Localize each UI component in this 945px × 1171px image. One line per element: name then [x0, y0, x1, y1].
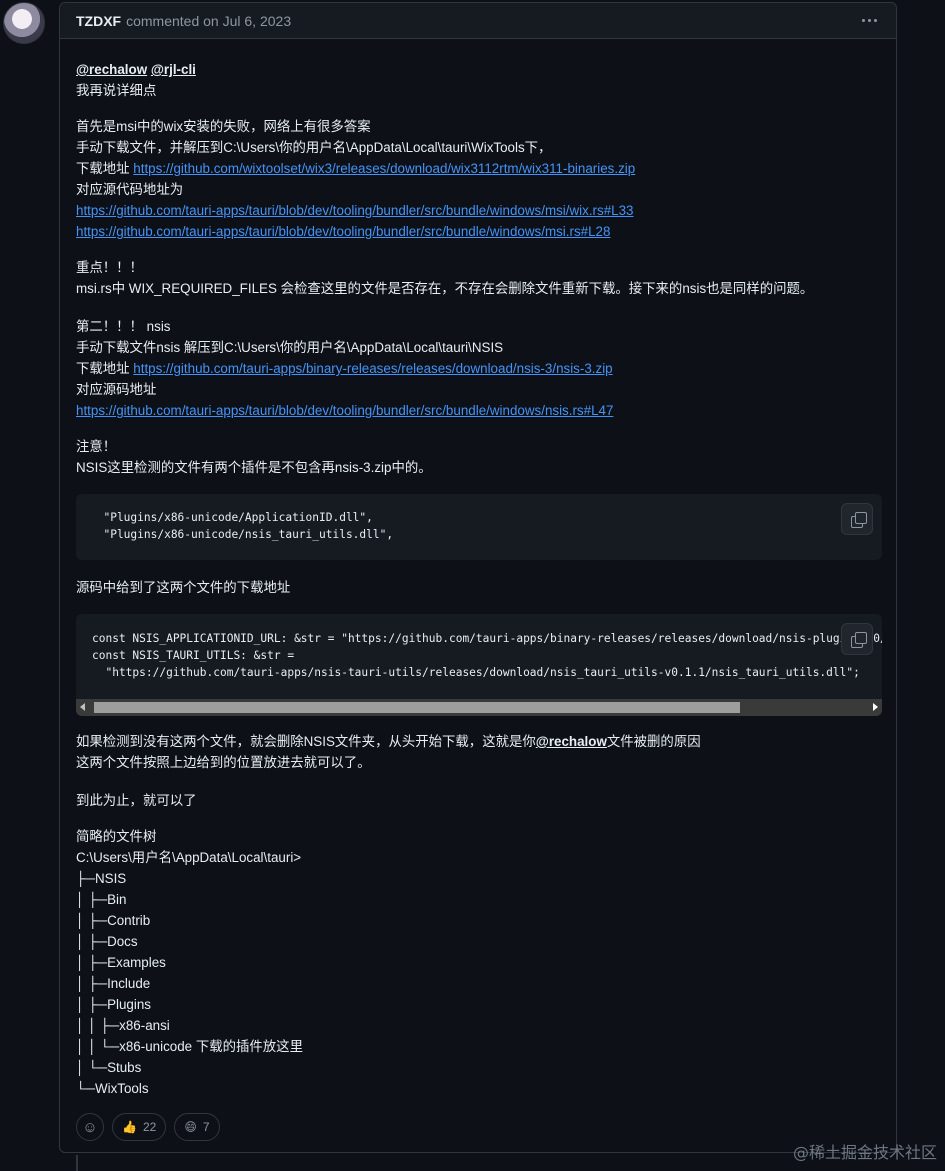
paragraph-line: 这两个文件按照上边给到的位置放进去就可以了。 [76, 755, 371, 770]
smiley-icon[interactable]: ☺ [76, 1113, 104, 1141]
code-line: "Plugins/x86-unicode/ApplicationID.dll", [90, 511, 373, 524]
comment-header: TZDXF commented on Jul 6, 2023 [60, 3, 896, 39]
paragraph-line: 对应源码地址 [76, 382, 157, 397]
reaction-count: 22 [142, 1120, 157, 1134]
code-block-urls: const NSIS_APPLICATIONID_URL: &str = "ht… [76, 614, 882, 716]
download-label: 下载地址 [76, 161, 134, 176]
timeline-line [76, 1155, 78, 1171]
paragraph-line: 首先是msi中的wix安装的失败，网络上有很多答案 [76, 119, 371, 134]
link[interactable]: https://github.com/tauri-apps/tauri/blob… [76, 403, 613, 418]
mention-rechalow[interactable]: @rechalow [76, 62, 147, 77]
author-name[interactable]: TZDXF [76, 13, 121, 29]
nsis-download-link[interactable]: https://github.com/tauri-apps/binary-rel… [133, 361, 612, 376]
download-label: 下载地址 [76, 361, 134, 376]
scroll-right-icon[interactable] [873, 703, 878, 711]
reaction-thumbs-up[interactable]: 👍 22 [112, 1113, 167, 1141]
code-line: "Plugins/x86-unicode/nsis_tauri_utils.dl… [90, 528, 394, 541]
paragraph-line: 对应源代码地址为 [76, 182, 184, 197]
link[interactable]: https://github.com/tauri-apps/tauri/blob… [76, 224, 610, 239]
link[interactable]: https://github.com/tauri-apps/tauri/blob… [76, 203, 634, 218]
paragraph-line: 源码中给到了这两个文件的下载地址 [76, 580, 291, 595]
reactions-bar: ☺ 👍 22 😄 7 [76, 1113, 220, 1141]
paragraph-line: 如果检测到没有这两个文件，就会删除NSIS文件夹，从头开始下载，这就是你@rec… [76, 731, 701, 752]
paragraph-line: 第二！！！ nsis [76, 319, 171, 334]
wix-download-link[interactable]: https://github.com/wixtoolset/wix3/relea… [133, 161, 635, 176]
author-avatar[interactable] [3, 2, 45, 44]
horizontal-scrollbar[interactable] [76, 699, 882, 716]
wix-source-link-1: https://github.com/tauri-apps/tauri/blob… [76, 200, 634, 221]
laugh-icon: 😄 [184, 1120, 197, 1134]
download-line: 下载地址 https://github.com/wixtoolset/wix3/… [76, 158, 635, 179]
code-line: const NSIS_APPLICATIONID_URL: &str = "ht… [92, 632, 882, 645]
tree-line: ├─NSIS [76, 871, 127, 886]
paragraph-line: 手动下载文件，并解压到C:\Users\你的用户名\AppData\Local\… [76, 140, 552, 155]
tree-line: └─WixTools [76, 1081, 149, 1096]
code-line: const NSIS_TAURI_UTILS: &str = [92, 649, 295, 662]
tree-line: │ │ └─x86-unicode 下载的插件放这里 [76, 1039, 303, 1054]
tree-line: │ ├─Docs [76, 934, 138, 949]
copy-icon-part [855, 512, 867, 524]
text-span: 文件被删的原因 [606, 734, 701, 749]
text-span: 如果检测到没有这两个文件，就会删除NSIS文件夹，从头开始下载，这就是你 [76, 734, 536, 749]
mentions-line: @rechalow @rjl-cli [76, 59, 196, 80]
tree-line: │ ├─Contrib [76, 913, 151, 928]
thumbs-up-icon: 👍 [122, 1120, 137, 1134]
tree-line: │ │ ├─x86-ansi [76, 1018, 170, 1033]
comment-card: TZDXF commented on Jul 6, 2023 @rechalow… [59, 2, 897, 1153]
nsis-source-link: https://github.com/tauri-apps/tauri/blob… [76, 400, 613, 421]
reaction-count: 7 [202, 1120, 210, 1134]
scroll-left-icon[interactable] [80, 703, 85, 711]
copy-icon-part [855, 632, 867, 644]
scrollbar-thumb[interactable] [94, 702, 740, 713]
reaction-laugh[interactable]: 😄 7 [174, 1113, 220, 1141]
tree-line: │ ├─Examples [76, 955, 166, 970]
copy-button[interactable] [841, 503, 873, 535]
tree-line: C:\Users\用户名\AppData\Local\tauri> [76, 850, 302, 865]
paragraph-line: 注意！ [76, 439, 117, 454]
paragraph-line: 重点！！！ [76, 260, 143, 275]
paragraph-line: 手动下载文件nsis 解压到C:\Users\你的用户名\AppData\Loc… [76, 340, 504, 355]
code-block-plugins: "Plugins/x86-unicode/ApplicationID.dll",… [76, 494, 882, 560]
mention-rechalow[interactable]: @rechalow [536, 734, 607, 749]
paragraph-line: msi.rs中 WIX_REQUIRED_FILES 会检查这里的文件是否存在，… [76, 281, 814, 296]
mention-rjl-cli[interactable]: @rjl-cli [151, 62, 196, 77]
wix-source-link-2: https://github.com/tauri-apps/tauri/blob… [76, 221, 610, 242]
tree-line: │ ├─Plugins [76, 997, 151, 1012]
copy-button[interactable] [841, 623, 873, 655]
comment-timestamp[interactable]: commented on Jul 6, 2023 [126, 13, 291, 29]
paragraph-line: 简略的文件树 [76, 829, 157, 844]
paragraph-line: 我再说详细点 [76, 83, 157, 98]
tree-line: │ ├─Include [76, 976, 151, 991]
code-line: "https://github.com/tauri-apps/nsis-taur… [92, 666, 860, 679]
paragraph-line: NSIS这里检测的文件有两个插件是不包含再nsis-3.zip中的。 [76, 460, 432, 475]
watermark: @稀土掘金技术社区 [792, 1143, 937, 1162]
kebab-horizontal-icon[interactable] [858, 11, 880, 29]
paragraph-line: 到此为止，就可以了 [76, 793, 197, 808]
tree-line: │ ├─Bin [76, 892, 127, 907]
download-line: 下载地址 https://github.com/tauri-apps/binar… [76, 358, 613, 379]
tree-line: │ └─Stubs [76, 1060, 142, 1075]
